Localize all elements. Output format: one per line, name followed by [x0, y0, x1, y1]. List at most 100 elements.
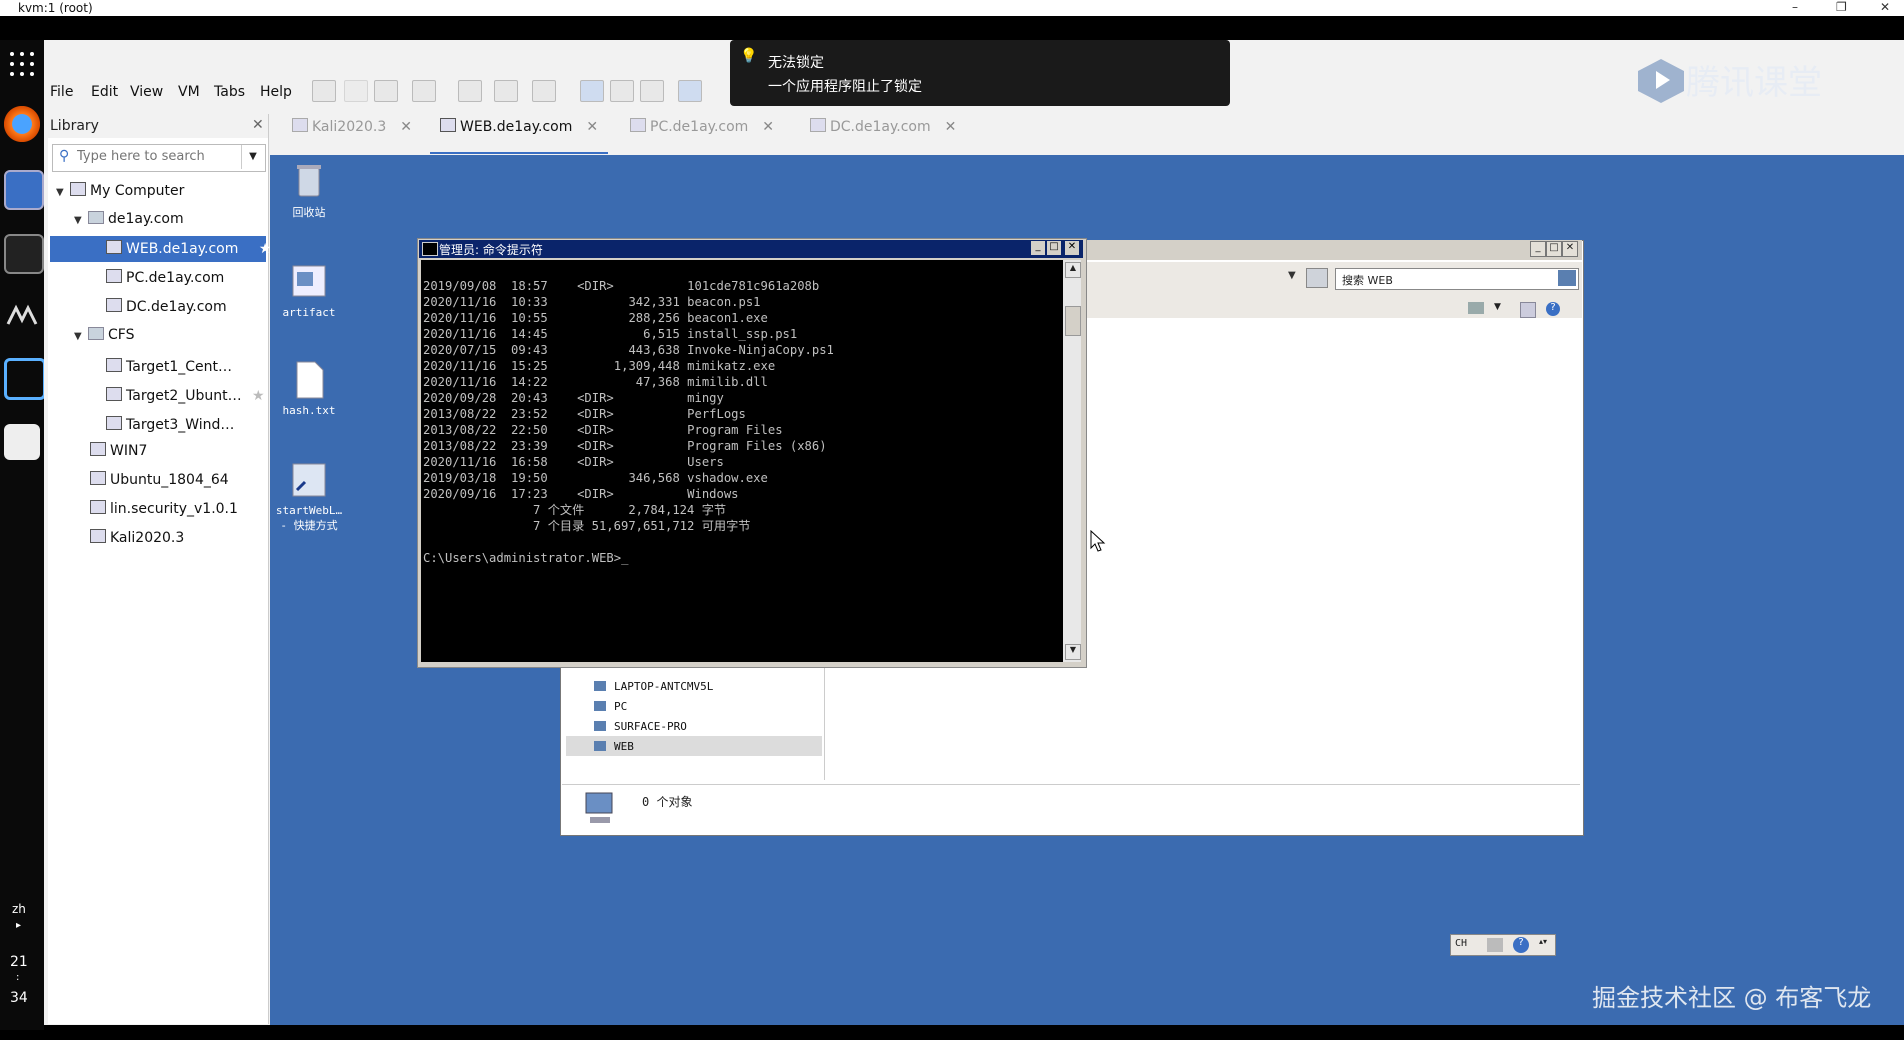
- pause-icon[interactable]: [344, 80, 368, 102]
- minimize-icon[interactable]: _: [1530, 241, 1546, 257]
- maximize-icon[interactable]: □: [1546, 241, 1562, 257]
- vm-icon: [106, 416, 122, 430]
- help-icon[interactable]: ?: [1513, 937, 1529, 953]
- cmd-titlebar[interactable]: 管理员: 命令提示符 _ □ ✕: [419, 240, 1083, 258]
- apps-grid-icon[interactable]: [4, 46, 40, 82]
- window-title: kvm:1 (root): [18, 1, 93, 15]
- close-icon[interactable]: ✕: [400, 119, 412, 135]
- ime-icon[interactable]: [1487, 938, 1503, 952]
- tree-dc[interactable]: DC.de1ay.com: [106, 298, 227, 315]
- tab-pc[interactable]: PC.de1ay.com ✕: [630, 118, 774, 152]
- tree-kali[interactable]: Kali2020.3: [90, 529, 184, 546]
- stop-icon[interactable]: [312, 80, 336, 102]
- refresh-icon[interactable]: [1306, 268, 1328, 288]
- menu-tabs[interactable]: Tabs: [214, 84, 245, 100]
- list-item[interactable]: SURFACE-PRO: [594, 720, 687, 733]
- menu-edit[interactable]: Edit: [91, 84, 118, 100]
- close-icon[interactable]: ✕: [1562, 241, 1578, 257]
- library-header: Library ✕: [48, 114, 268, 138]
- close-button[interactable]: ✕: [1880, 0, 1890, 14]
- chevron-down-icon[interactable]: ▼: [241, 145, 264, 169]
- vm-icon: [440, 118, 456, 132]
- library-toggle-icon[interactable]: [580, 80, 604, 102]
- chevron-down-icon[interactable]: ▼: [1494, 302, 1501, 312]
- exe-file-icon: [289, 262, 329, 302]
- menu-view[interactable]: View: [130, 84, 163, 100]
- scroll-thumb[interactable]: [1065, 306, 1081, 336]
- tree-linsecurity[interactable]: lin.security_v1.0.1: [90, 500, 238, 517]
- explorer-search-box[interactable]: 搜索 WEB: [1335, 268, 1579, 290]
- metasploit-icon[interactable]: [4, 298, 40, 334]
- tab-dc[interactable]: DC.de1ay.com ✕: [810, 118, 956, 152]
- reset-icon[interactable]: [412, 80, 436, 102]
- tree-web[interactable]: WEB.de1ay.com ★: [106, 240, 271, 257]
- menu-file[interactable]: File: [50, 84, 73, 100]
- network-computer-icon: [582, 791, 618, 825]
- tree-target2[interactable]: Target2_Ubunt… ★: [106, 387, 265, 404]
- chevron-right-icon[interactable]: ▸: [16, 920, 21, 931]
- menu-help[interactable]: Help: [260, 84, 292, 100]
- tree-pc[interactable]: PC.de1ay.com: [106, 269, 224, 286]
- close-icon[interactable]: ✕: [945, 119, 957, 135]
- vmware-icon[interactable]: [4, 358, 46, 400]
- list-item[interactable]: LAPTOP-ANTCMV5L: [594, 680, 713, 693]
- tree-cfs[interactable]: ▼ CFS: [74, 327, 134, 343]
- tree-my-computer[interactable]: ▼ My Computer: [56, 182, 184, 199]
- cmd-output[interactable]: 2019/09/08 18:57 <DIR> 101cde781c961a208…: [421, 260, 1063, 662]
- tree-ubuntu[interactable]: Ubuntu_1804_64: [90, 471, 229, 488]
- desktop-icon-hash[interactable]: hash.txt: [264, 360, 354, 417]
- star-icon[interactable]: ★: [252, 388, 265, 404]
- text-file-icon: [289, 360, 329, 400]
- preview-pane-icon[interactable]: [1520, 302, 1536, 318]
- thumbnail-bar-icon[interactable]: [610, 80, 634, 102]
- list-item[interactable]: PC: [594, 700, 627, 713]
- cmd-title: 管理员: 命令提示符: [439, 243, 543, 257]
- chevron-down-icon[interactable]: ▼: [1288, 270, 1296, 281]
- desktop-icon-recycle-bin[interactable]: 回收站: [264, 160, 354, 220]
- lang-indicator[interactable]: CH: [1455, 938, 1467, 949]
- search-icon[interactable]: [1558, 270, 1576, 286]
- desktop-icon-startweb[interactable]: startWebL… - 快捷方式: [264, 460, 354, 533]
- tab-web[interactable]: WEB.de1ay.com ✕: [430, 118, 609, 154]
- tree-target3[interactable]: Target3_Wind…: [106, 416, 234, 433]
- text-editor-icon[interactable]: [4, 424, 40, 460]
- tree-win7[interactable]: WIN7: [90, 442, 147, 459]
- snapshot-restore-icon[interactable]: [494, 80, 518, 102]
- lock-notification[interactable]: 💡 无法锁定 一个应用程序阻止了锁定: [730, 40, 1230, 106]
- tree-target1[interactable]: Target1_Cent…: [106, 358, 232, 375]
- cmd-scrollbar[interactable]: ▲ ▼: [1063, 260, 1081, 662]
- vm-icon: [630, 118, 646, 132]
- close-icon[interactable]: ✕: [1065, 241, 1079, 255]
- library-close-icon[interactable]: ✕: [252, 117, 264, 133]
- list-item[interactable]: WEB: [594, 740, 634, 753]
- vm-icon: [810, 118, 826, 132]
- play-icon[interactable]: [374, 80, 398, 102]
- unity-icon[interactable]: [678, 80, 702, 102]
- minimize-button[interactable]: –: [1792, 0, 1798, 14]
- close-icon[interactable]: ✕: [762, 119, 774, 135]
- tab-kali[interactable]: Kali2020.3 ✕: [292, 118, 412, 152]
- fullscreen-icon[interactable]: [640, 80, 664, 102]
- snapshot-icon[interactable]: [458, 80, 482, 102]
- tree-de1ay[interactable]: ▼ de1ay.com: [74, 211, 184, 227]
- vm-icon: [90, 471, 106, 485]
- files-icon[interactable]: [4, 170, 44, 210]
- view-options-icon[interactable]: [1468, 302, 1484, 314]
- options-icon[interactable]: ▴▾: [1539, 937, 1547, 946]
- dock-lang[interactable]: zh: [12, 902, 26, 916]
- scroll-down-icon[interactable]: ▼: [1065, 644, 1081, 660]
- maximize-icon[interactable]: □: [1047, 241, 1061, 255]
- help-icon[interactable]: ?: [1546, 302, 1560, 316]
- minimize-icon[interactable]: _: [1031, 241, 1045, 255]
- terminal-icon[interactable]: [4, 234, 44, 274]
- maximize-button[interactable]: ❐: [1836, 0, 1847, 14]
- vm-icon: [90, 529, 106, 543]
- library-search[interactable]: ⚲ ▼: [52, 144, 266, 172]
- snapshot-manager-icon[interactable]: [532, 80, 556, 102]
- scroll-up-icon[interactable]: ▲: [1065, 262, 1081, 278]
- firefox-icon[interactable]: [4, 106, 40, 142]
- menu-vm[interactable]: VM: [178, 84, 200, 100]
- close-icon[interactable]: ✕: [586, 119, 598, 135]
- search-input[interactable]: [75, 148, 239, 165]
- desktop-icon-artifact[interactable]: artifact: [264, 262, 354, 319]
